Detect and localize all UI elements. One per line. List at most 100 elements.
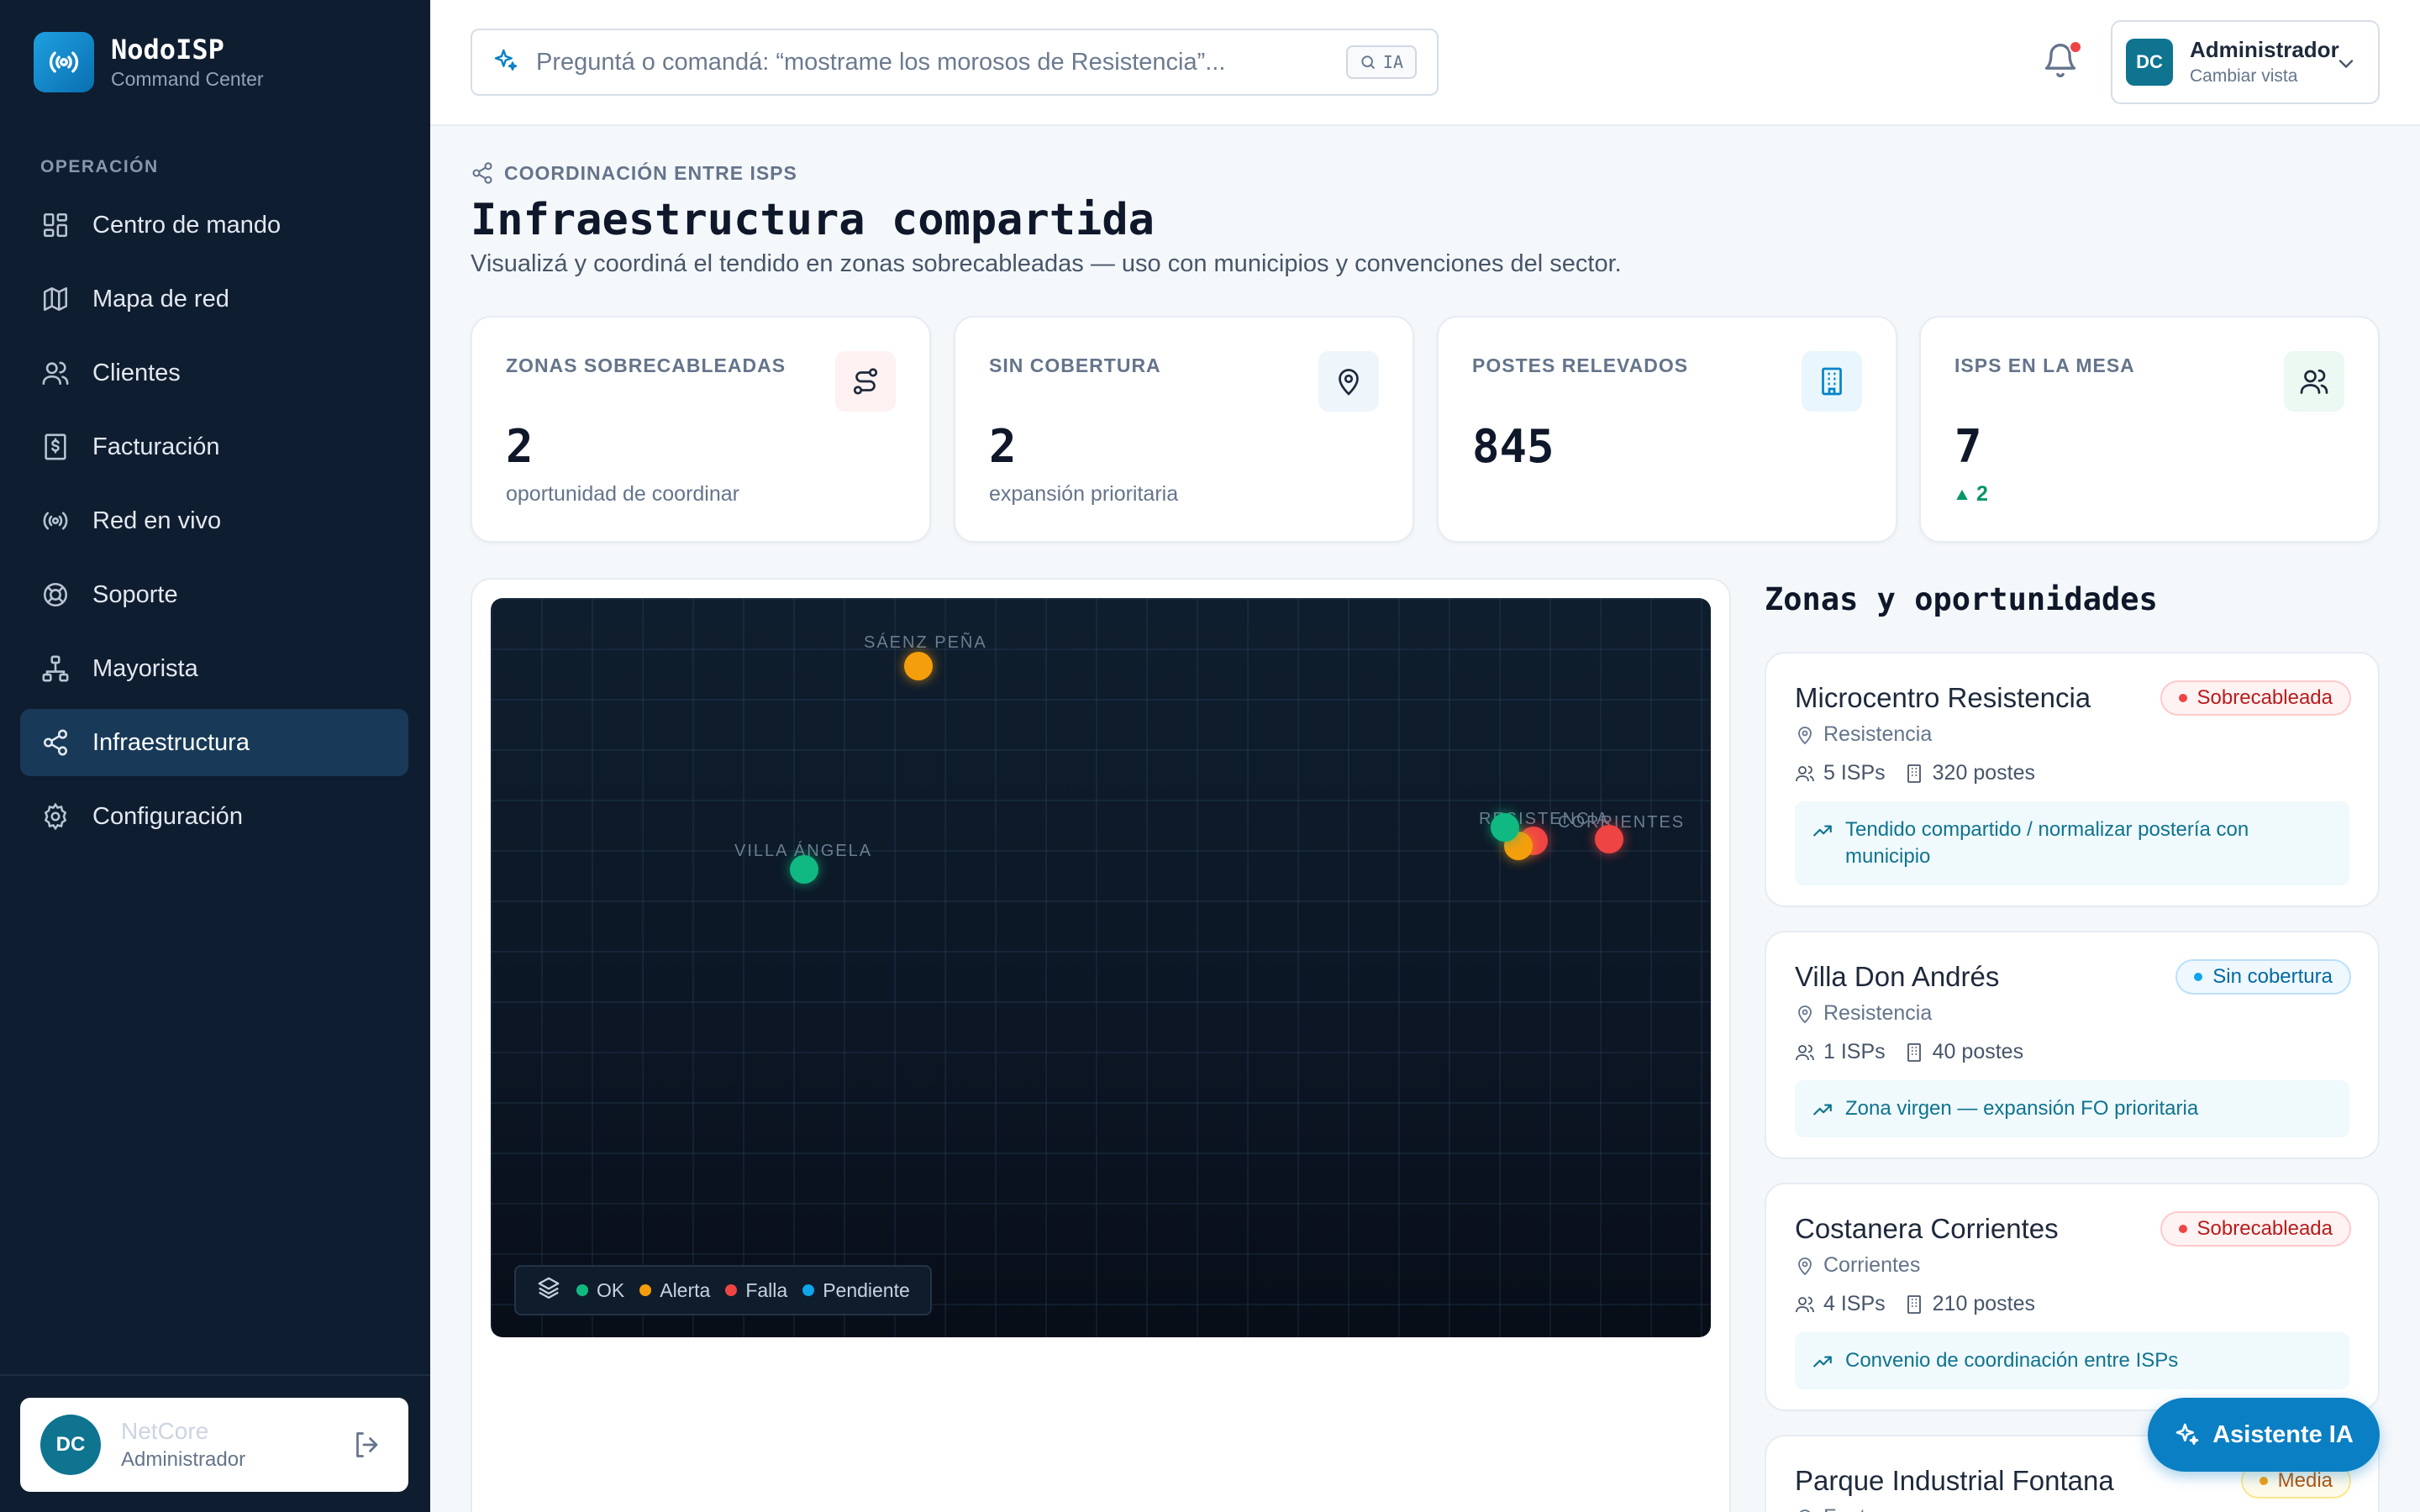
invoice-icon (40, 432, 71, 462)
zone-opportunity: Tendido compartido / normalizar postería… (1795, 801, 2349, 885)
zone-name: Microcentro Resistencia (1795, 682, 2091, 713)
map-node-ok[interactable] (1491, 813, 1519, 842)
map-node-ok[interactable] (790, 855, 818, 884)
zone-location-label: Fontana (1823, 1505, 1901, 1512)
legend-dot (576, 1284, 588, 1296)
sidebar-item-infraestructura[interactable]: Infraestructura (20, 709, 408, 776)
page-eyebrow: COORDINACIÓN ENTRE ISPS (471, 161, 797, 185)
users-icon (40, 358, 71, 388)
brand[interactable]: NodoISP Command Center (34, 32, 264, 92)
status-badge: Sobrecableada (2160, 680, 2351, 716)
zone-location: Resistencia (1795, 1001, 1932, 1026)
logout-icon[interactable] (351, 1430, 381, 1460)
users-icon (1796, 1044, 1814, 1060)
user-card[interactable]: DC NetCore Administrador (20, 1398, 408, 1492)
sidebar-item-mayorista[interactable]: Mayorista (20, 635, 408, 702)
zone-meta: 1 ISPs 40 postes (1795, 1040, 2023, 1064)
map-pin-icon (1799, 1509, 1811, 1512)
sidebar-item-label: Facturación (92, 433, 220, 460)
nav-section-label: OPERACIÓN (40, 157, 159, 176)
sidebar-item-label: Configuración (92, 802, 243, 830)
gear-icon (40, 801, 71, 832)
sidebar-item-configuracion[interactable]: Configuración (20, 783, 408, 850)
map-city-label: SÁENZ PEÑA (864, 633, 987, 652)
zone-card[interactable]: Villa Don Andrés Sin cobertura Resistenc… (1765, 931, 2380, 1159)
share-icon (472, 162, 492, 184)
sidebar-item-clientes[interactable]: Clientes (20, 339, 408, 407)
search-placeholder: Preguntá o comandá: “mostrame los moroso… (536, 48, 1226, 76)
kpi-label: ISPS EN LA MESA (1954, 354, 2135, 376)
kpi-label: POSTES RELEVADOS (1472, 354, 1689, 376)
kpi-label: ZONAS SOBRECABLEADAS (506, 354, 786, 376)
network-icon (40, 654, 71, 684)
kpi-subtext: oportunidad de coordinar (506, 482, 739, 506)
triangle-up-icon (1956, 489, 1968, 500)
sparkles-icon (492, 47, 519, 78)
kpi-value: 845 (1472, 420, 1555, 473)
legend-dot (802, 1284, 815, 1296)
zone-opportunity: Zona virgen — expansión FO prioritaria (1795, 1080, 2349, 1137)
account-avatar: DC (2126, 39, 2173, 86)
map-pin-icon (1798, 726, 1812, 744)
kpi-card-isps-en-la-mesa: ISPS EN LA MESA 7 2 (1919, 316, 2380, 543)
sidebar-item-red-en-vivo[interactable]: Red en vivo (20, 487, 408, 554)
search-ai-badge[interactable]: IA (1345, 45, 1417, 79)
sidebar-item-centro-de-mando[interactable]: Centro de mando (20, 192, 408, 259)
map-legend: OK Alerta Falla Pendiente (514, 1265, 932, 1315)
legend-item-ok: OK (576, 1279, 624, 1302)
page-title: Infraestructura compartida (471, 195, 1155, 245)
zone-poles: 40 postes (1932, 1040, 2024, 1063)
sidebar-item-mapa-de-red[interactable]: Mapa de red (20, 265, 408, 333)
search-input[interactable]: Preguntá o comandá: “mostrame los moroso… (471, 29, 1439, 96)
sidebar-item-soporte[interactable]: Soporte (20, 561, 408, 628)
sidebar-item-facturacion[interactable]: Facturación (20, 413, 408, 480)
zone-location-label: Corrientes (1823, 1253, 1921, 1277)
map-icon (40, 284, 71, 314)
legend-label: Alerta (660, 1278, 711, 1301)
kpi-card-postes-relevados: POSTES RELEVADOS 845 (1437, 316, 1897, 543)
sidebar-nav: Centro de mando Mapa de red Clientes Fac… (20, 192, 408, 857)
infrastructure-map[interactable]: SÁENZ PEÑA VILLA ÁNGELA RESISTENCIA CORR… (491, 598, 1711, 1337)
account-switcher[interactable]: DC Administrador Cambiar vista (2111, 20, 2380, 104)
zones-section-title: Zonas y oportunidades (1765, 581, 2158, 617)
zone-location-label: Resistencia (1823, 1001, 1933, 1025)
kpi-card-zonas-sobrecableadas: ZONAS SOBRECABLEADAS 2 oportunidad de co… (471, 316, 931, 543)
search-badge-label: IA (1382, 52, 1403, 72)
building-icon (1907, 764, 1921, 783)
legend-item-alerta: Alerta (639, 1279, 710, 1302)
building-icon (1907, 1294, 1921, 1314)
sidebar-item-label: Centro de mando (92, 211, 281, 239)
zone-name: Villa Don Andrés (1795, 961, 2000, 992)
trending-up-icon (1813, 825, 1832, 837)
search-icon (1361, 55, 1376, 70)
topbar: Preguntá o comandá: “mostrame los moroso… (430, 0, 2420, 126)
zone-card[interactable]: Costanera Corrientes Sobrecableada Corri… (1765, 1183, 2380, 1411)
status-badge-label: Media (2277, 1469, 2333, 1492)
sidebar-divider (0, 1374, 430, 1376)
sidebar-item-label: Soporte (92, 580, 178, 608)
map-pin-icon (1798, 1257, 1812, 1275)
map-pin-icon (1318, 351, 1379, 412)
sidebar-item-label: Mayorista (92, 654, 198, 682)
trending-up-icon (1813, 1356, 1832, 1368)
status-badge-label: Sobrecableada (2196, 686, 2333, 709)
zone-card[interactable]: Microcentro Resistencia Sobrecableada Re… (1765, 652, 2380, 907)
ai-assistant-button[interactable]: Asistente IA (2148, 1398, 2380, 1472)
layers-icon[interactable] (536, 1275, 561, 1305)
sidebar-item-label: Red en vivo (92, 507, 222, 534)
map-node-fault[interactable] (1595, 825, 1623, 853)
notification-dot (2069, 40, 2082, 54)
user-name: NetCore (121, 1418, 209, 1444)
app-subtitle: Command Center (111, 68, 264, 90)
grid-icon (40, 210, 71, 240)
legend-label: OK (597, 1278, 625, 1301)
status-badge-label: Sobrecableada (2196, 1217, 2333, 1240)
map-node-alert[interactable] (904, 652, 933, 680)
avatar: DC (40, 1415, 101, 1475)
zone-isps: 5 ISPs (1823, 761, 1886, 785)
zone-name: Parque Industrial Fontana (1795, 1465, 2114, 1496)
status-dot (2194, 973, 2203, 981)
page-eyebrow-label: COORDINACIÓN ENTRE ISPS (504, 161, 797, 184)
sidebar-item-label: Infraestructura (92, 728, 250, 756)
user-role: Administrador (121, 1448, 246, 1471)
